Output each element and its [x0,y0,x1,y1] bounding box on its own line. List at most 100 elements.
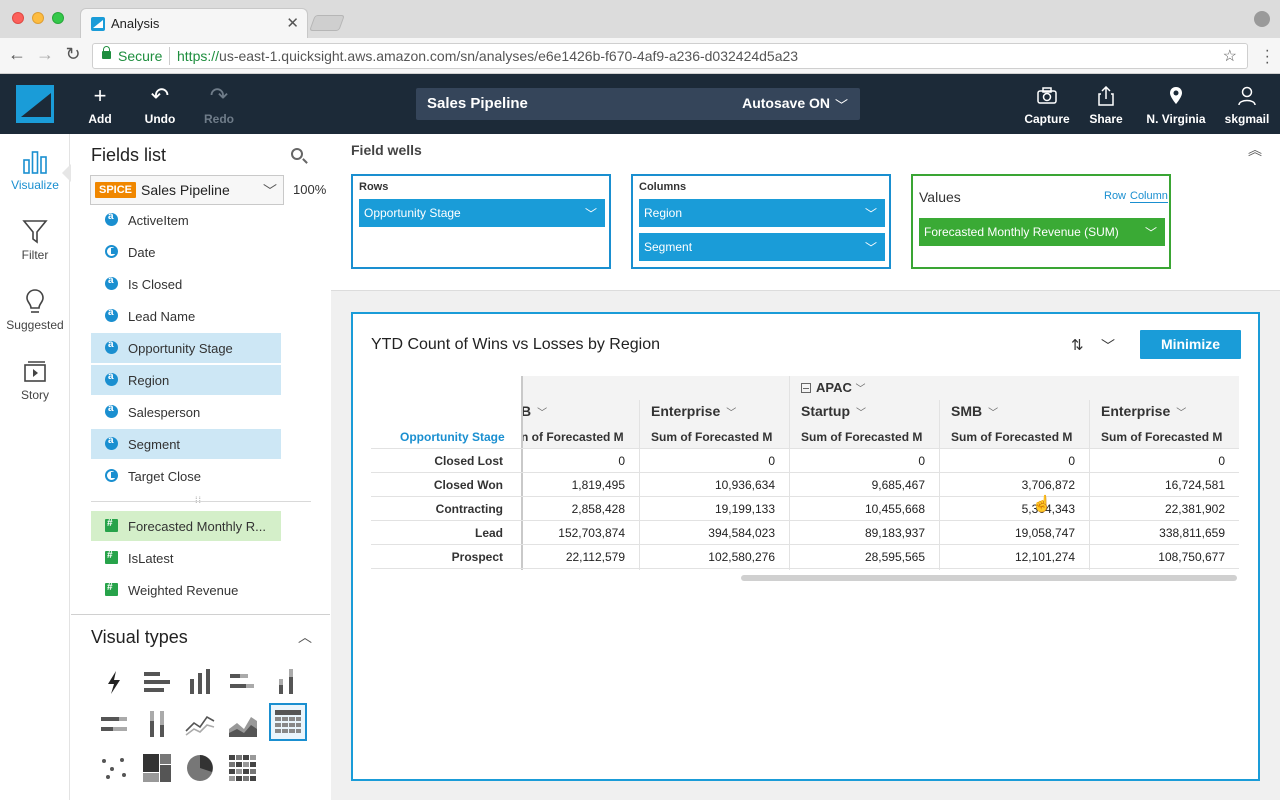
values-row-toggle[interactable]: Row [1104,190,1126,202]
table-cell[interactable]: 152,703,874 [489,526,625,540]
table-cell[interactable]: 19,199,133 [639,502,775,516]
autosave-status[interactable]: Autosave ON [742,95,830,111]
autograph-icon[interactable] [95,663,133,701]
swap-rows-columns-icon[interactable]: ⇅ [1071,336,1084,354]
vertical-100-bar-icon[interactable] [138,705,176,743]
close-window-button[interactable] [12,12,24,24]
field-forecasted-monthly-revenue[interactable]: Forecasted Monthly R... [91,511,281,541]
segment-header[interactable]: Enterprise ﹀ [1101,403,1186,419]
capture-button[interactable]: Capture [1024,84,1070,126]
line-chart-icon[interactable] [181,705,219,743]
segment-header[interactable]: B ﹀ [521,403,547,419]
url-text[interactable]: https://us-east-1.quicksight.aws.amazon.… [177,48,798,64]
measure-header[interactable]: Sum of Forecasted M [651,430,772,444]
row-label[interactable]: Prospect [371,550,503,564]
table-cell[interactable]: 338,811,659 [1089,526,1225,540]
field-date[interactable]: Date [91,237,281,267]
table-cell[interactable]: 10,936,634 [639,478,775,492]
field-target-close[interactable]: Target Close [91,461,281,491]
segment-header[interactable]: SMB ﹀ [951,403,998,419]
address-bar[interactable]: Secure https://us-east-1.quicksight.aws.… [92,43,1248,69]
chevron-down-icon[interactable]: ﹀ [1145,224,1157,241]
table-cell[interactable]: 102,580,276 [639,550,775,564]
table-cell[interactable]: 19,058,747 [939,526,1075,540]
collapse-group-icon[interactable] [801,383,811,393]
table-cell[interactable]: 12,101,274 [939,550,1075,564]
field-region[interactable]: Region [91,365,281,395]
table-cell[interactable]: 3,706,872 [939,478,1075,492]
field-lead-name[interactable]: Lead Name [91,301,281,331]
table-cell[interactable]: 0 [489,454,625,468]
chevron-down-icon[interactable]: ﹀ [865,239,877,256]
field-opportunity-stage[interactable]: Opportunity Stage [91,333,281,363]
rail-story[interactable]: Story [0,358,70,402]
dataset-selector[interactable]: SPICE Sales Pipeline ﹀ [90,175,284,205]
chevron-down-icon[interactable]: ﹀ [865,205,877,222]
chevron-down-icon[interactable]: ﹀ [856,384,866,395]
table-cell[interactable]: 10,455,668 [789,502,925,516]
bookmark-star-icon[interactable]: ☆ [1223,46,1237,66]
table-cell[interactable]: 0 [639,454,775,468]
region-header-apac[interactable]: APAC ﹀ [801,380,866,395]
values-field-pill[interactable]: Forecasted Monthly Revenue (SUM) ﹀ [919,218,1165,246]
columns-field-pill-region[interactable]: Region ﹀ [639,199,885,227]
measure-header[interactable]: Sum of Forecasted M [801,430,922,444]
browser-menu-icon[interactable]: · · · [1265,43,1270,71]
minimize-window-button[interactable] [32,12,44,24]
pivot-table-visual[interactable]: YTD Count of Wins vs Losses by Region ⇅ … [351,312,1260,781]
share-button[interactable]: Share [1088,84,1124,126]
analysis-title[interactable]: Sales Pipeline [427,95,528,112]
row-label[interactable]: Closed Won [371,478,503,492]
chevron-down-icon[interactable]: ﹀ [856,408,866,419]
drag-handle-icon[interactable]: ⁞⁞ [195,495,202,505]
field-weighted-revenue[interactable]: Weighted Revenue [91,575,281,605]
region-button[interactable]: N. Virginia [1146,84,1206,126]
table-cell[interactable]: 16,724,581 [1089,478,1225,492]
row-label[interactable]: Contracting [371,502,503,516]
search-icon[interactable] [291,148,303,160]
row-label[interactable]: Closed Lost [371,454,503,468]
chevron-down-icon[interactable]: ﹀ [585,205,597,222]
table-cell[interactable]: 394,584,023 [639,526,775,540]
forward-icon[interactable]: → [34,44,56,65]
tree-map-icon[interactable] [138,749,176,787]
horizontal-stacked-bar-icon[interactable] [224,663,262,701]
rows-well[interactable]: Rows Opportunity Stage ﹀ [351,174,611,269]
minimize-button[interactable]: Minimize [1140,330,1241,359]
table-cell[interactable]: 22,112,579 [489,550,625,564]
chevron-down-icon[interactable]: ﹀ [537,408,547,419]
add-button[interactable]: + Add [86,84,114,127]
table-cell[interactable]: 108,750,677 [1089,550,1225,564]
columns-well[interactable]: Columns Region ﹀ Segment ﹀ [631,174,891,269]
columns-field-pill-segment[interactable]: Segment ﹀ [639,233,885,261]
undo-button[interactable]: ↶ Undo [142,84,178,127]
back-icon[interactable]: ← [6,44,28,65]
collapse-icon[interactable]: ︽ [1248,140,1262,160]
pie-chart-icon[interactable] [181,749,219,787]
field-is-closed[interactable]: Is Closed [91,269,281,299]
row-dimension-header[interactable]: Opportunity Stage [400,430,505,444]
table-cell[interactable]: 28,595,565 [789,550,925,564]
chevron-down-icon[interactable]: ﹀ [835,95,848,114]
table-cell[interactable]: 22,381,902 [1089,502,1225,516]
new-tab-button[interactable] [309,15,345,31]
table-cell[interactable]: 1,819,495 [489,478,625,492]
collapse-icon[interactable]: ︿ [298,627,312,647]
segment-header[interactable]: Startup ﹀ [801,403,866,419]
table-cell[interactable]: 0 [1089,454,1225,468]
horizontal-bar-icon[interactable] [138,663,176,701]
row-label[interactable]: Lead [371,526,503,540]
pivot-table-icon[interactable] [269,703,307,741]
reload-icon[interactable]: ↻ [62,44,84,65]
segment-header[interactable]: Enterprise ﹀ [651,403,736,419]
chevron-down-icon[interactable]: ﹀ [263,181,277,201]
table-cell[interactable]: 0 [789,454,925,468]
table-cell[interactable]: 5,364,343 [939,502,1075,516]
chevron-down-icon[interactable]: ﹀ [1176,408,1186,419]
heat-map-icon[interactable] [224,749,262,787]
field-salesperson[interactable]: Salesperson [91,397,281,427]
field-activeitem[interactable]: ActiveItem [91,205,281,235]
measure-header[interactable]: Sum of Forecasted M [951,430,1072,444]
horizontal-scrollbar[interactable] [741,575,1237,581]
analysis-name-box[interactable]: Sales Pipeline Autosave ON ﹀ [416,88,860,120]
